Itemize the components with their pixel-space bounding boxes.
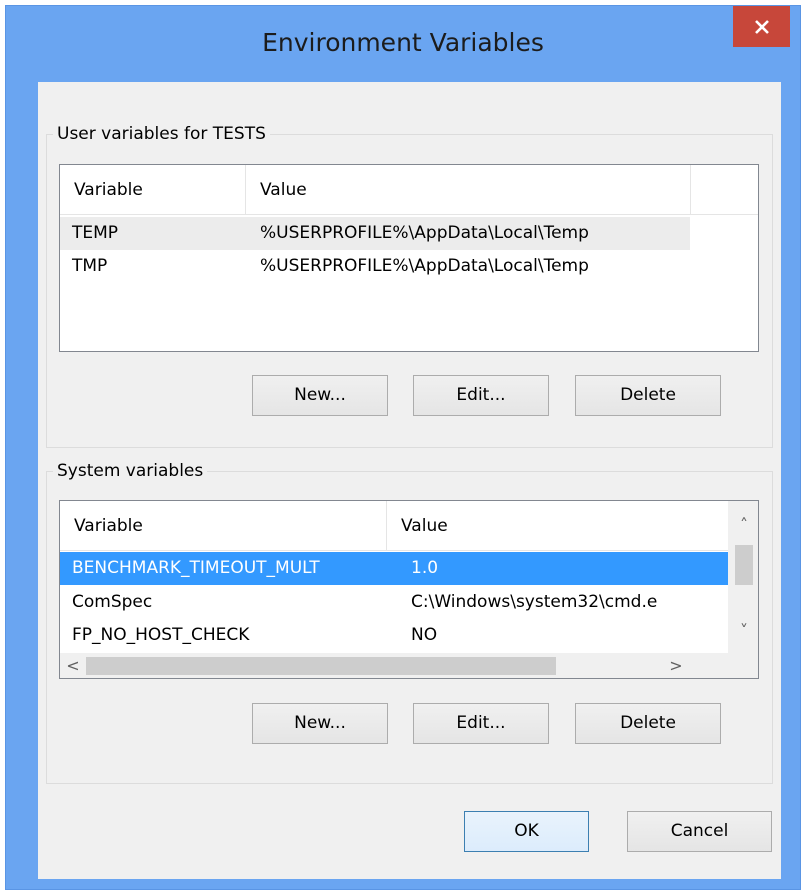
window-title: Environment Variables (262, 28, 544, 57)
system-variables-label: System variables (53, 460, 208, 482)
close-button[interactable] (733, 6, 790, 47)
system-delete-button[interactable]: Delete (575, 703, 721, 744)
list-item-selected[interactable]: BENCHMARK_TIMEOUT_MULT 1.0 (60, 552, 728, 585)
vertical-scroll-thumb[interactable] (735, 545, 753, 585)
column-header-variable[interactable]: Variable (60, 165, 245, 215)
variable-value: %USERPROFILE%\AppData\Local\Temp (260, 223, 589, 243)
variable-name: FP_NO_HOST_CHECK (72, 625, 250, 645)
variable-value: C:\Windows\system32\cmd.e (411, 592, 658, 612)
vertical-scrollbar[interactable]: ˄ ˅ (728, 501, 758, 653)
user-variables-list[interactable]: Variable Value TEMP %USERPROFILE%\AppDat… (59, 164, 759, 352)
variable-name: ComSpec (72, 592, 153, 612)
user-delete-button[interactable]: Delete (575, 375, 721, 416)
scroll-left-icon[interactable]: < (62, 656, 84, 676)
title-bar[interactable]: Environment Variables (6, 6, 800, 78)
horizontal-scroll-thumb[interactable] (86, 657, 556, 675)
user-variables-label: User variables for TESTS (53, 123, 270, 145)
system-new-button[interactable]: New... (252, 703, 388, 744)
column-separator[interactable] (690, 165, 691, 215)
variable-name: TEMP (72, 223, 119, 243)
scroll-up-icon[interactable]: ˄ (728, 515, 758, 535)
variable-value: 1.0 (411, 558, 439, 578)
close-icon (754, 19, 769, 34)
column-header-value[interactable]: Value (246, 165, 690, 215)
list-item[interactable]: ComSpec C:\Windows\system32\cmd.e (60, 586, 728, 619)
ok-button[interactable]: OK (464, 811, 589, 852)
cancel-button[interactable]: Cancel (627, 811, 772, 852)
variable-name: BENCHMARK_TIMEOUT_MULT (72, 558, 320, 578)
system-variables-group: System variables Variable Value BENCHMAR… (46, 460, 773, 784)
scrollbar-corner (728, 653, 758, 678)
variable-name: TMP (72, 256, 108, 276)
user-variables-group: User variables for TESTS Variable Value … (46, 123, 773, 448)
system-variables-list[interactable]: Variable Value BENCHMARK_TIMEOUT_MULT 1.… (59, 500, 759, 679)
scroll-right-icon[interactable]: > (665, 656, 687, 676)
environment-variables-window: Environment Variables User variables for… (5, 5, 801, 890)
user-new-button[interactable]: New... (252, 375, 388, 416)
column-header-value[interactable]: Value (387, 501, 727, 551)
user-edit-button[interactable]: Edit... (413, 375, 549, 416)
system-edit-button[interactable]: Edit... (413, 703, 549, 744)
horizontal-scrollbar[interactable]: < > (60, 653, 728, 678)
column-header-variable[interactable]: Variable (60, 501, 386, 551)
list-item[interactable]: TEMP %USERPROFILE%\AppData\Local\Temp (60, 217, 690, 250)
list-header: Variable Value (60, 165, 758, 215)
list-header: Variable Value (60, 501, 728, 551)
dialog-client-area: User variables for TESTS Variable Value … (38, 82, 781, 879)
list-item[interactable]: FP_NO_HOST_CHECK NO (60, 619, 728, 652)
variable-value: NO (411, 625, 438, 645)
scroll-down-icon[interactable]: ˅ (728, 621, 758, 641)
list-item[interactable]: TMP %USERPROFILE%\AppData\Local\Temp (60, 250, 690, 283)
variable-value: %USERPROFILE%\AppData\Local\Temp (260, 256, 589, 276)
